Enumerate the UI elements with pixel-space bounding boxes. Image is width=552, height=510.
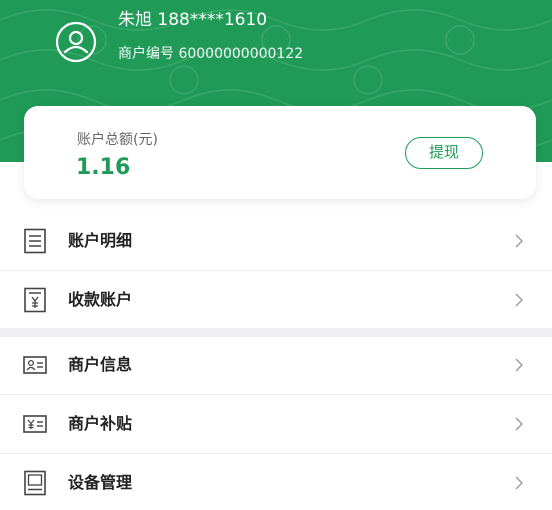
merchant-number: 商户编号 60000000000122: [118, 46, 304, 62]
document-list-icon: [24, 228, 46, 254]
balance-card: 账户总额(元) 1.16 提现: [24, 106, 536, 199]
menu-group-account: 账户明细 收款账户: [0, 212, 552, 330]
menu-item-receiving-account[interactable]: 收款账户: [0, 271, 552, 330]
chevron-right-icon: [515, 417, 523, 431]
menu-group-merchant: 商户信息 商户补贴 设备管理: [0, 336, 552, 510]
menu-item-label: 商户信息: [68, 355, 133, 374]
chevron-right-icon: [515, 293, 523, 307]
balance-amount: 1.16: [76, 155, 131, 180]
menu-item-label: 账户明细: [68, 231, 133, 250]
menu-item-device-management[interactable]: 设备管理: [0, 454, 552, 510]
menu-item-merchant-subsidy[interactable]: 商户补贴: [0, 395, 552, 454]
yuan-document-icon: [24, 287, 46, 313]
yuan-card-icon: [23, 415, 47, 433]
chevron-right-icon: [515, 476, 523, 490]
account-page: 朱旭 188****1610 商户编号 60000000000122 账户总额(…: [0, 0, 552, 510]
withdraw-button[interactable]: 提现: [405, 137, 483, 169]
chevron-right-icon: [515, 234, 523, 248]
pos-device-icon: [24, 470, 46, 496]
user-circle-icon[interactable]: [54, 20, 98, 64]
user-name-phone: 朱旭 188****1610: [118, 10, 268, 30]
menu-item-label: 商户补贴: [68, 414, 133, 433]
menu-item-account-detail[interactable]: 账户明细: [0, 212, 552, 271]
menu-item-label: 收款账户: [68, 290, 133, 309]
chevron-right-icon: [515, 358, 523, 372]
menu-item-merchant-info[interactable]: 商户信息: [0, 336, 552, 395]
menu-item-label: 设备管理: [68, 473, 133, 492]
balance-label: 账户总额(元): [77, 132, 158, 148]
id-card-icon: [23, 356, 47, 374]
